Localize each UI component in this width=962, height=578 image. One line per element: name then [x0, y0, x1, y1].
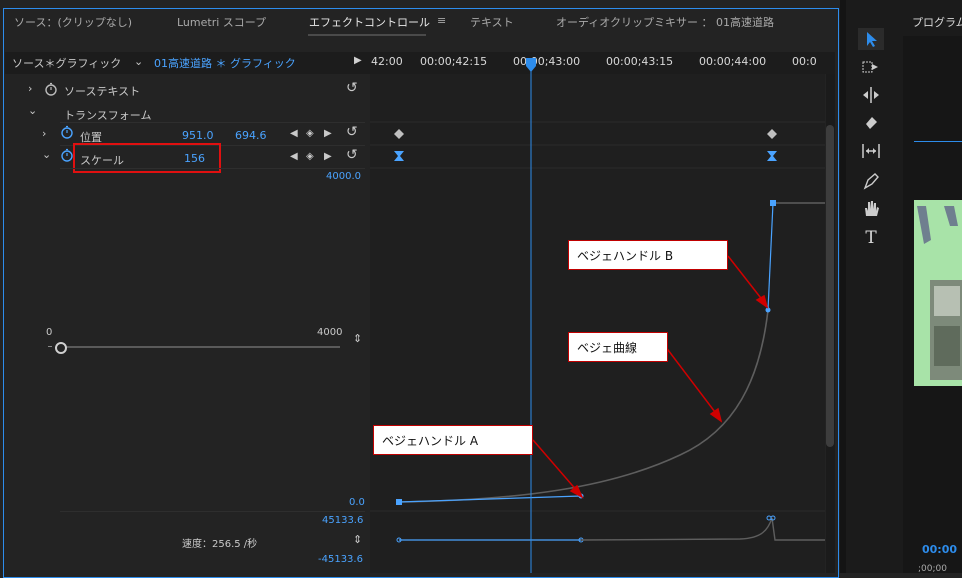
- position-keyframe: [394, 129, 404, 139]
- callout-bezier-curve: ベジェ曲線: [568, 332, 668, 362]
- scale-keyframe: [767, 151, 777, 161]
- ripple-edit-tool-icon[interactable]: [858, 84, 884, 106]
- playhead-head: [526, 58, 536, 72]
- keyframe-graph[interactable]: [0, 0, 840, 573]
- razor-tool-icon[interactable]: [858, 112, 884, 134]
- pen-tool-icon[interactable]: [858, 170, 884, 192]
- velocity-point: [766, 515, 772, 521]
- program-frame-preview: [914, 200, 962, 386]
- program-timecode[interactable]: 00:00: [922, 543, 957, 556]
- hand-tool-icon[interactable]: [858, 198, 884, 220]
- scale-keyframe: [394, 151, 404, 161]
- callout-bezier-handle-b: ベジェハンドル B: [568, 240, 728, 270]
- panel-gutter: [840, 0, 846, 573]
- value-keyframe-start: [396, 499, 402, 505]
- position-keyframe: [767, 129, 777, 139]
- type-tool-icon[interactable]: T: [858, 227, 884, 249]
- program-guide-line: [914, 141, 962, 142]
- bezier-handle-b-line: [767, 202, 774, 311]
- velocity-curve: [580, 517, 825, 541]
- bezier-handle-a-line: [398, 495, 582, 503]
- selection-tool-icon[interactable]: [858, 28, 884, 50]
- program-monitor-title[interactable]: プログラム: [912, 14, 962, 30]
- callout-bezier-handle-a: ベジェハンドル A: [373, 425, 533, 455]
- track-select-tool-icon[interactable]: [858, 56, 884, 78]
- value-keyframe-end: [770, 200, 776, 206]
- slip-tool-icon[interactable]: [858, 140, 884, 162]
- scrollbar-thumb[interactable]: [826, 125, 834, 447]
